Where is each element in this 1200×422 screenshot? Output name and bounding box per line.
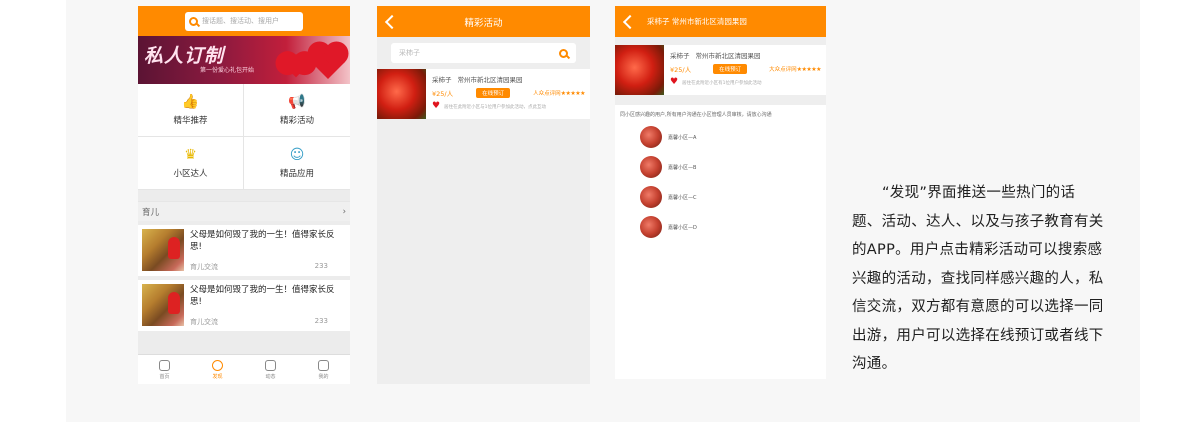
header-bar: 采柿子 常州市新北区清园果园 bbox=[615, 6, 826, 37]
persimmon-photo bbox=[615, 45, 664, 95]
grid-item-featured[interactable]: 👍 精华推荐 bbox=[138, 84, 244, 137]
activity-name: 采柿子 bbox=[432, 76, 452, 84]
crown-icon: ♛ bbox=[184, 147, 197, 163]
tab-label: 我的 bbox=[318, 373, 329, 380]
discover-icon bbox=[212, 359, 223, 371]
grid-label: 精华推荐 bbox=[173, 116, 208, 126]
activity-list-item[interactable]: 采柿子 常州市新北区清园果园 ¥25/人 在线预订 人众点评网★★★★★ ♥ 居住… bbox=[377, 69, 590, 119]
tab-label: 动态 bbox=[265, 373, 276, 380]
activity-price: ¥25/人 bbox=[670, 66, 692, 74]
feature-description: “发现”界面推送一些热门的话题、活动、达人、以及与孩子教育有关的APP。用户点击… bbox=[852, 185, 1104, 372]
search-placeholder: 采柿子 bbox=[399, 49, 420, 57]
feed-icon bbox=[265, 359, 276, 371]
search-input[interactable]: 搜话题、搜活动、搜用户 bbox=[185, 11, 303, 31]
rating-source: 大众点评网 bbox=[769, 67, 797, 73]
post-title: 父母是如何毁了我的一生！值得家长反思! bbox=[190, 285, 335, 307]
book-online-button[interactable]: 在线预订 bbox=[476, 88, 511, 98]
search-placeholder: 搜话题、搜活动、搜用户 bbox=[202, 17, 279, 25]
post-tag: 育儿交流 bbox=[190, 263, 218, 271]
tab-home[interactable]: 首页 bbox=[138, 355, 191, 384]
tab-label: 首页 bbox=[159, 373, 170, 380]
list-item[interactable]: 嘉馨小区—D bbox=[640, 216, 821, 238]
tab-label: 发现 bbox=[212, 373, 223, 380]
phone-activities-screen: 精彩活动 采柿子 采柿子 常州市新北区清园果园 ¥25/人 在线预订 人众点评网★… bbox=[377, 6, 590, 384]
search-icon bbox=[189, 16, 198, 26]
book-online-button[interactable]: 在线预订 bbox=[713, 64, 748, 74]
activity-location: 常州市新北区清园果园 bbox=[457, 76, 523, 84]
grid-label: 精彩活动 bbox=[279, 116, 314, 126]
page-title: 精彩活动 bbox=[464, 17, 503, 29]
search-icon[interactable] bbox=[559, 48, 568, 58]
avatar bbox=[640, 186, 662, 208]
banner-subtitle: 第一份爱心礼包开始 bbox=[200, 67, 255, 74]
tab-discover[interactable]: 发现 bbox=[191, 355, 244, 384]
chevron-right-icon: › bbox=[342, 206, 346, 217]
rating-source: 人众点评网 bbox=[533, 91, 561, 97]
avatar bbox=[640, 216, 662, 238]
banner-title: 私人订制 bbox=[144, 45, 225, 67]
activity-detail-card: 采柿子 常州市新北区清园果园 ¥25/人 在线预订 大众点评网★★★★★ ♥ 居住… bbox=[615, 45, 826, 95]
member-name: 嘉馨小区—B bbox=[668, 164, 697, 171]
phone-discover-screen: 搜话题、搜活动、搜用户 私人订制 第一份爱心礼包开始 👍 精华推荐 📢 精彩活动… bbox=[138, 6, 350, 384]
grid-item-experts[interactable]: ♛ 小区达人 bbox=[138, 137, 244, 190]
app-face-icon: ☺ bbox=[289, 147, 305, 163]
tab-profile[interactable]: 我的 bbox=[297, 355, 350, 384]
phone-activity-detail-screen: 采柿子 常州市新北区清园果园 采柿子 常州市新北区清园果园 ¥25/人 在线预订 … bbox=[615, 6, 826, 379]
home-icon bbox=[159, 359, 170, 371]
rating-stars: ★★★★★ bbox=[796, 66, 822, 73]
activity-note: 居住在此附近小区与1位用户参加此活动，点此互动 bbox=[444, 104, 546, 110]
grid-label: 精品应用 bbox=[279, 169, 314, 179]
list-item[interactable]: 嘉馨小区—A bbox=[640, 126, 821, 148]
discover-grid: 👍 精华推荐 📢 精彩活动 ♛ 小区达人 ☺ 精品应用 bbox=[138, 84, 350, 190]
grid-item-activities[interactable]: 📢 精彩活动 bbox=[244, 84, 350, 137]
tab-feed[interactable]: 动态 bbox=[244, 355, 297, 384]
search-input[interactable]: 采柿子 bbox=[391, 43, 576, 63]
list-item[interactable]: 父母是如何毁了我的一生！值得家长反思! 育儿交流 233 bbox=[138, 225, 350, 276]
activity-location: 常州市新北区清园果园 bbox=[695, 52, 761, 60]
page-title: 采柿子 常州市新北区清园果园 bbox=[647, 17, 747, 26]
activity-name: 采柿子 bbox=[670, 52, 690, 60]
persimmon-photo bbox=[377, 69, 426, 119]
list-item[interactable]: 嘉馨小区—C bbox=[640, 186, 821, 208]
thumbs-up-icon: 👍 bbox=[181, 94, 200, 110]
profile-icon bbox=[318, 359, 329, 371]
section-header-parenting[interactable]: 育儿 › bbox=[138, 201, 350, 221]
post-thumbnail bbox=[142, 284, 184, 326]
heart-icon[interactable]: ♥ bbox=[670, 78, 678, 87]
comment-count: 233 bbox=[314, 262, 328, 270]
heart-balloon-icon bbox=[284, 54, 308, 78]
post-thumbnail bbox=[142, 229, 184, 271]
grid-label: 小区达人 bbox=[173, 169, 208, 179]
bottom-tab-bar: 首页 发现 动态 我的 bbox=[138, 354, 350, 384]
top-bar: 搜话题、搜活动、搜用户 bbox=[138, 6, 350, 36]
heart-icon[interactable]: ♥ bbox=[432, 102, 440, 111]
member-name: 嘉馨小区—A bbox=[668, 134, 697, 141]
list-item[interactable]: 嘉馨小区—B bbox=[640, 156, 821, 178]
member-name: 嘉馨小区—D bbox=[668, 224, 697, 231]
comment-count: 233 bbox=[314, 317, 328, 325]
member-name: 嘉馨小区—C bbox=[668, 194, 697, 201]
post-tag: 育儿交流 bbox=[190, 318, 218, 326]
promo-banner[interactable]: 私人订制 第一份爱心礼包开始 bbox=[138, 36, 350, 84]
back-arrow-icon[interactable] bbox=[622, 14, 638, 29]
megaphone-icon: 📢 bbox=[288, 94, 306, 110]
list-item[interactable]: 父母是如何毁了我的一生！值得家长反思! 育儿交流 233 bbox=[138, 280, 350, 331]
header-bar: 精彩活动 bbox=[377, 6, 590, 37]
interested-users-panel: 同小区感兴趣的用户,所有用户沟通在小区管理人员审核，请放心沟通 嘉馨小区—A 嘉… bbox=[615, 105, 826, 379]
intro-text: 同小区感兴趣的用户,所有用户沟通在小区管理人员审核，请放心沟通 bbox=[620, 112, 772, 118]
section-title: 育儿 bbox=[142, 207, 160, 218]
activity-note: 居住在此附近小区有1位用户参加此活动 bbox=[682, 80, 762, 86]
avatar bbox=[640, 126, 662, 148]
grid-item-apps[interactable]: ☺ 精品应用 bbox=[244, 137, 350, 190]
avatar bbox=[640, 156, 662, 178]
rating-stars: ★★★★★ bbox=[560, 90, 586, 97]
activity-price: ¥25/人 bbox=[432, 90, 454, 98]
post-title: 父母是如何毁了我的一生！值得家长反思! bbox=[190, 230, 335, 252]
